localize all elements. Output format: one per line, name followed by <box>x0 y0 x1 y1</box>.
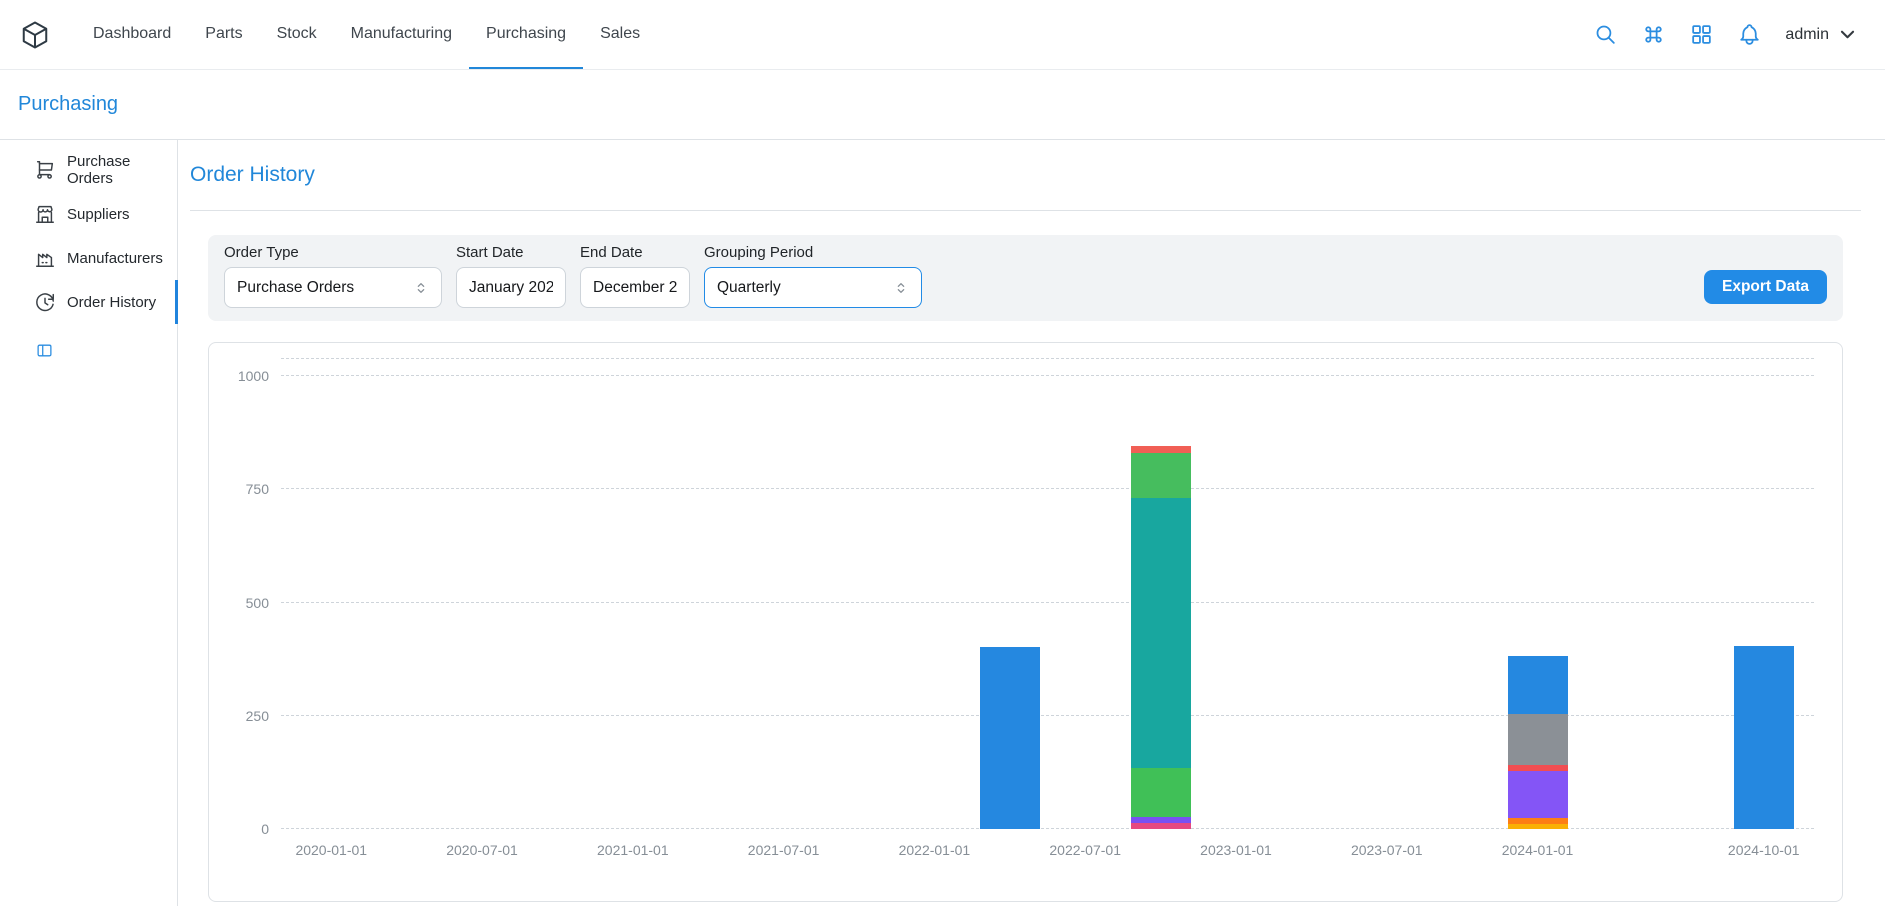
chart-top-gridline <box>281 358 1814 359</box>
main-panel: Order History Order Type Purchase Orders… <box>178 140 1885 906</box>
bar-segment <box>1734 646 1794 829</box>
chevron-up-down-icon <box>413 280 429 296</box>
sidebar-item-label: Purchase Orders <box>67 153 175 187</box>
x-tick-label: 2020-07-01 <box>446 842 518 858</box>
order-type-value: Purchase Orders <box>237 279 354 297</box>
page-header: Purchasing <box>0 70 1885 140</box>
bar-segment <box>1508 656 1568 714</box>
x-tick-label: 2023-07-01 <box>1351 842 1423 858</box>
end-date-input[interactable] <box>580 267 690 308</box>
sidebar-collapse-icon[interactable] <box>36 342 53 359</box>
tab-stock[interactable]: Stock <box>260 0 334 69</box>
order-type-select[interactable]: Purchase Orders <box>224 267 442 308</box>
bar-segment <box>1131 446 1191 453</box>
bar-segment <box>1508 771 1568 818</box>
qr-grid-icon[interactable] <box>1689 22 1714 47</box>
chevron-up-down-icon <box>893 280 909 296</box>
y-tick-label: 750 <box>246 481 269 497</box>
notification-bell-icon[interactable] <box>1737 22 1762 47</box>
app-logo-icon[interactable] <box>20 20 50 50</box>
end-date-label: End Date <box>580 244 690 261</box>
start-date-input[interactable] <box>456 267 566 308</box>
chart-card: 0 250 500 750 1000 2020-01-01 2020-07-01 2021-0… <box>208 342 1843 902</box>
end-date-field: End Date <box>580 244 690 308</box>
x-tick-label: 2022-01-01 <box>899 842 971 858</box>
y-tick-label: 500 <box>246 595 269 611</box>
bar-segment <box>1508 765 1568 771</box>
x-tick-label: 2020-01-01 <box>295 842 367 858</box>
sidebar-item-suppliers[interactable]: Suppliers <box>0 192 178 236</box>
username: admin <box>1785 26 1829 44</box>
y-gridline <box>281 488 1814 489</box>
history-icon <box>34 291 56 313</box>
tab-parts[interactable]: Parts <box>188 0 259 69</box>
bar-segment <box>1508 824 1568 829</box>
main-nav: Dashboard Parts Stock Manufacturing Purc… <box>76 0 657 69</box>
sidebar-item-purchase-orders[interactable]: Purchase Orders <box>0 148 178 192</box>
bar-segment <box>1131 498 1191 769</box>
chart-bar-2024-10-01 <box>1734 358 1794 829</box>
grouping-period-label: Grouping Period <box>704 244 922 261</box>
search-icon[interactable] <box>1593 22 1618 47</box>
sidebar-item-manufacturers[interactable]: Manufacturers <box>0 236 178 280</box>
sidebar-item-label: Suppliers <box>67 206 130 223</box>
header-actions: admin <box>1593 22 1857 47</box>
bar-segment <box>1131 453 1191 497</box>
tab-manufacturing[interactable]: Manufacturing <box>334 0 469 69</box>
y-tick-label: 1000 <box>238 368 269 384</box>
y-gridline <box>281 602 1814 603</box>
x-tick-label: 2021-07-01 <box>748 842 820 858</box>
bar-segment <box>1131 768 1191 817</box>
tab-dashboard[interactable]: Dashboard <box>76 0 188 69</box>
divider <box>190 210 1861 211</box>
bar-segment <box>1131 817 1191 822</box>
grouping-period-value: Quarterly <box>717 279 781 297</box>
y-tick-label: 0 <box>261 821 269 837</box>
start-date-field: Start Date <box>456 244 566 308</box>
shopping-cart-icon <box>34 159 56 181</box>
tab-purchasing[interactable]: Purchasing <box>469 0 583 69</box>
bar-segment <box>980 647 1040 829</box>
x-tick-label: 2023-01-01 <box>1200 842 1272 858</box>
page-title: Purchasing <box>18 93 118 116</box>
section-title: Order History <box>190 162 1861 188</box>
order-type-label: Order Type <box>224 244 442 261</box>
x-tick-label: 2021-01-01 <box>597 842 669 858</box>
start-date-label: Start Date <box>456 244 566 261</box>
chart-bar-2022-04-01 <box>980 358 1040 829</box>
order-type-field: Order Type Purchase Orders <box>224 244 442 308</box>
x-tick-label: 2022-07-01 <box>1049 842 1121 858</box>
factory-icon <box>34 247 56 269</box>
bar-segment <box>1131 823 1191 829</box>
sidebar: Purchase Orders Suppliers Manufacturer <box>0 140 178 906</box>
order-history-chart: 025050075010002020-01-012020-07-012021-0… <box>281 358 1814 829</box>
x-tick-label: 2024-10-01 <box>1728 842 1800 858</box>
bar-segment <box>1508 818 1568 824</box>
x-tick-label: 2024-01-01 <box>1502 842 1574 858</box>
tab-sales[interactable]: Sales <box>583 0 657 69</box>
sidebar-item-label: Order History <box>67 294 156 311</box>
building-store-icon <box>34 203 56 225</box>
grouping-period-select[interactable]: Quarterly <box>704 267 922 308</box>
y-gridline <box>281 828 1814 829</box>
sidebar-item-order-history[interactable]: Order History <box>0 280 178 324</box>
grouping-period-field: Grouping Period Quarterly <box>704 244 922 308</box>
chevron-down-icon <box>1838 25 1857 44</box>
command-icon[interactable] <box>1641 22 1666 47</box>
filter-panel: Order Type Purchase Orders Start Date En… <box>208 235 1843 321</box>
top-navbar: Dashboard Parts Stock Manufacturing Purc… <box>0 0 1885 70</box>
y-tick-label: 250 <box>246 708 269 724</box>
chart-bar-2022-10-01 <box>1131 358 1191 829</box>
sidebar-item-label: Manufacturers <box>67 250 163 267</box>
bar-segment <box>1508 714 1568 765</box>
export-data-button[interactable]: Export Data <box>1704 270 1827 304</box>
user-menu[interactable]: admin <box>1785 25 1857 44</box>
y-gridline <box>281 375 1814 376</box>
chart-bar-2024-01-01 <box>1508 358 1568 829</box>
y-gridline <box>281 715 1814 716</box>
